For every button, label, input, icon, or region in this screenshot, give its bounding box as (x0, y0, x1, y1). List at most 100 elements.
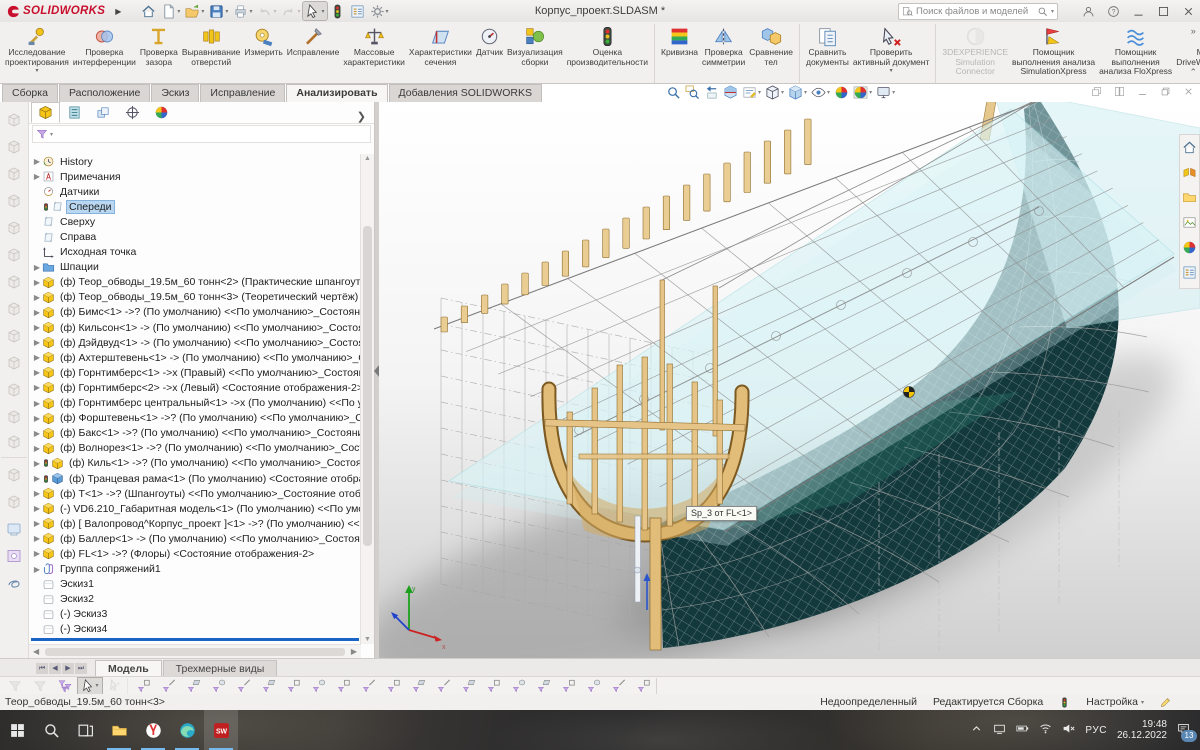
doc-tab-nav-button[interactable]: ⏮ (36, 663, 48, 674)
print3d-tool[interactable] (1, 515, 27, 542)
3dexperience-simulation-connector-button[interactable]: 3DEXPERIENCE Simulation Connector (940, 24, 1010, 83)
panel-flyout-button[interactable]: ❯ (357, 110, 366, 123)
expand-arrow-icon[interactable]: ▶ (32, 489, 42, 498)
sensor-button[interactable]: Датчик (474, 24, 505, 83)
tab-sketch[interactable]: Эскиз (151, 84, 199, 102)
tree-item[interactable]: ▶ (ф) Волнорез<1> ->? (По умолчанию) <<П… (29, 441, 361, 456)
graphics-viewport[interactable]: x y Sp_3 от FL<1> (379, 102, 1200, 658)
tab-addins[interactable]: Добавления SOLIDWORKS (389, 84, 542, 102)
scroll-up-icon[interactable]: ▲ (361, 155, 374, 162)
filter-axes-button[interactable] (232, 678, 256, 694)
magnifier-icon[interactable] (1037, 6, 1048, 17)
filter-sketch-segments-button[interactable] (357, 678, 381, 694)
search-dropdown-arrow[interactable]: ▾ (1051, 8, 1054, 15)
battery-tray-icon[interactable] (1016, 722, 1029, 738)
interference-check-button[interactable]: Проверка интерференции (71, 24, 138, 83)
scroll-right-icon[interactable]: ▶ (351, 647, 357, 656)
taskbar-search-button[interactable] (34, 710, 68, 750)
expand-arrow-icon[interactable]: ▶ (32, 444, 42, 453)
expand-arrow-icon[interactable]: ▶ (32, 278, 42, 287)
filter-origins-button[interactable] (282, 678, 306, 694)
filter-dimensions-button[interactable] (432, 678, 456, 694)
expand-arrow-icon[interactable]: ▶ (32, 565, 42, 574)
maximize-icon[interactable] (1157, 5, 1170, 18)
tree-item[interactable]: ▶ (ф) Горнтимберс центральный<1> ->х (По… (29, 396, 361, 411)
select-button[interactable] (303, 2, 326, 20)
features-tool-2[interactable] (1, 133, 27, 160)
assembly-visualization-button[interactable]: Визуализация сборки (505, 24, 565, 83)
tab-layout[interactable]: Расположение (59, 84, 150, 102)
repair-button[interactable]: Исправление (285, 24, 342, 83)
home-button[interactable] (139, 2, 158, 20)
network-tray-icon[interactable] (1039, 722, 1052, 738)
redo-button[interactable] (279, 2, 302, 20)
edge-app[interactable] (170, 710, 204, 750)
filter-annotations-button[interactable] (457, 678, 481, 694)
filter-notes-button[interactable] (482, 678, 506, 694)
open-button[interactable] (183, 2, 206, 20)
tree-item[interactable]: ▶ (ф) Ахтерштевень<1> -> (По умолчанию) … (29, 350, 361, 365)
annotation-views-button[interactable] (742, 85, 761, 100)
expand-arrow-icon[interactable]: ▶ (32, 308, 42, 317)
expand-arrow-icon[interactable]: ▶ (32, 157, 42, 166)
tree-item[interactable]: ▶ (ф) Бакс<1> ->? (По умолчанию) <<По ум… (29, 426, 361, 441)
doc-tab-nav-button[interactable]: ◀ (49, 663, 61, 674)
check-active-document-button[interactable]: Проверить активный документ (851, 24, 936, 83)
performance-evaluation-button[interactable]: Оценка производительности (565, 24, 655, 83)
features-tool-9[interactable] (1, 322, 27, 349)
minimize-document-button[interactable] (1137, 86, 1148, 100)
minimize-icon[interactable] (1132, 5, 1145, 18)
filter-hatch-button[interactable] (557, 678, 581, 694)
symmetry-check-button[interactable]: Проверка симметрии (700, 24, 747, 83)
tree-item[interactable]: ▶ History (29, 154, 361, 169)
task-view-button[interactable] (68, 710, 102, 750)
ribbon-overflow-button[interactable]: » (1191, 26, 1196, 36)
dimxpertmanager-tab[interactable] (118, 102, 147, 123)
undo-button[interactable] (255, 2, 278, 20)
featuremanager-tab[interactable] (31, 102, 60, 123)
tree-item[interactable]: ▶ (ф) [ Валопровод^Корпус_проект ]<1> ->… (29, 516, 361, 531)
search-input[interactable]: Поиск файлов и моделей ▾ (898, 3, 1058, 20)
view-settings-button[interactable] (876, 85, 895, 100)
hide-show-items-button[interactable] (811, 85, 830, 100)
section-view-button[interactable] (723, 85, 738, 100)
customize-menu[interactable]: Настройка ▾ (1086, 696, 1144, 708)
appearances-tab[interactable] (1182, 240, 1197, 258)
help-icon[interactable]: ? (1107, 5, 1120, 18)
tree-item[interactable]: ▶ (-) Эскиз4 (29, 622, 361, 637)
expand-arrow-icon[interactable]: ▶ (32, 549, 42, 558)
ribbon-collapse-button[interactable]: ⌃ (1189, 67, 1197, 78)
tree-item[interactable]: ▶ Эскиз2 (29, 592, 361, 607)
zoom-to-fit-button[interactable] (666, 85, 681, 100)
features-tool-4[interactable] (1, 187, 27, 214)
new-document-button[interactable] (159, 2, 182, 20)
curvature-button[interactable]: Кривизна (659, 24, 700, 83)
features-tool-11[interactable] (1, 376, 27, 403)
expand-arrow-icon[interactable]: ▶ (32, 429, 42, 438)
expand-arrow-icon[interactable]: ▶ (32, 399, 42, 408)
filter-faces-button[interactable] (182, 678, 206, 694)
rebuild-button[interactable] (328, 2, 347, 20)
language-indicator[interactable]: РУС (1085, 725, 1107, 736)
tree-item[interactable]: ▶ Примечания (29, 169, 361, 184)
tree-item[interactable]: ▶ (ф) Теор_обводы_19.5м_60 тонн<3> (Теор… (29, 290, 361, 305)
task-pane-home-tab[interactable] (1182, 140, 1197, 158)
tree-item[interactable]: ▶ Спереди (29, 199, 361, 214)
doc-tab-nav-button[interactable]: ▶ (62, 663, 74, 674)
compare-bodies-button[interactable]: Сравнение тел (747, 24, 800, 83)
file-properties-button[interactable] (348, 2, 367, 20)
features-tool-7[interactable] (1, 268, 27, 295)
simulationxpress-wizard-button[interactable]: Помощник выполнения анализа SimulationXp… (1010, 24, 1097, 83)
view-orientation-button[interactable] (765, 85, 784, 100)
filter-routing-points-button[interactable] (607, 678, 631, 694)
multiple-filters-button[interactable] (53, 678, 77, 694)
tile-window-button[interactable] (1114, 86, 1125, 100)
lasso-selection-tool[interactable] (1, 569, 27, 596)
expand-arrow-icon[interactable]: ▶ (32, 353, 42, 362)
file-explorer-app[interactable] (102, 710, 136, 750)
tree-item[interactable]: ▶ (-) Эскиз3 (29, 607, 361, 622)
tree-item[interactable]: ▶ Сверху (29, 214, 361, 229)
apply-scene-button[interactable] (853, 85, 872, 100)
propertymanager-tab[interactable] (60, 102, 89, 123)
features-tool-15[interactable] (1, 488, 27, 515)
